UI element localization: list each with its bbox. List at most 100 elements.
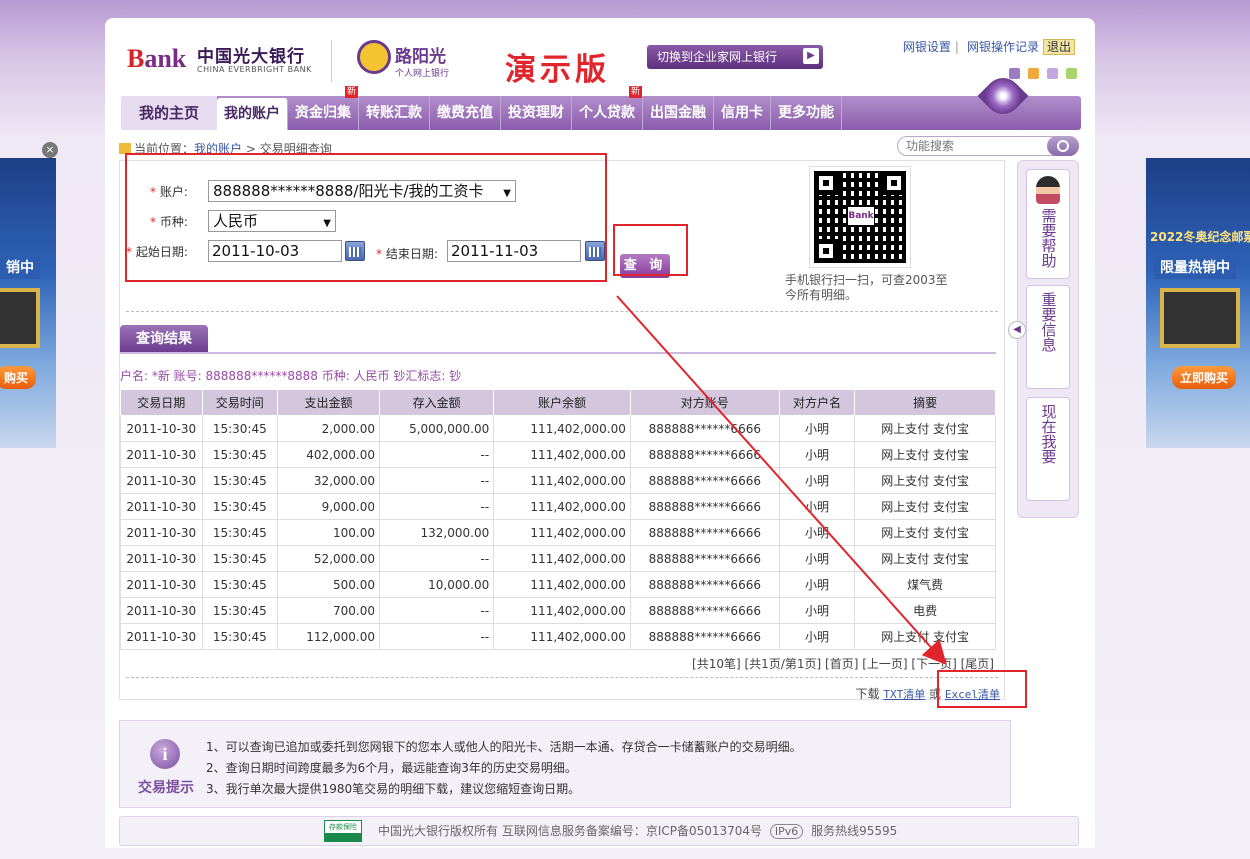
table-cell: 2,000.00 <box>277 415 380 442</box>
search-input[interactable] <box>906 137 1054 155</box>
right-side-ad[interactable]: 2022冬奥纪念邮票 限量热销中 立即购买 <box>1146 158 1250 448</box>
column-header[interactable]: 交易日期 <box>120 389 203 416</box>
table-cell: 15:30:45 <box>202 493 279 520</box>
table-cell: 15:30:45 <box>202 519 279 546</box>
tip-line: 3、我行单次最大提供1980笔交易的明细下载，建议您缩短查询日期。 <box>206 782 581 796</box>
table-cell: 888888******6666 <box>630 597 780 624</box>
column-header[interactable]: 存入金额 <box>378 389 495 416</box>
ad-subtitle: 限量热销中 <box>1154 255 1236 279</box>
column-header[interactable]: 对方账号 <box>629 389 780 416</box>
divider <box>126 677 998 678</box>
table-cell: 小明 <box>779 415 856 442</box>
important-info-button[interactable]: 重要信息 <box>1026 285 1070 389</box>
bank-name: 中国光大银行 <box>197 47 305 67</box>
logout-button[interactable]: 退出 <box>1042 39 1075 55</box>
table-cell: 2011-10-30 <box>120 441 203 468</box>
nav-tab-1[interactable]: 资金归集 新 <box>288 86 359 130</box>
help-button[interactable]: 需要帮助 <box>1026 169 1070 279</box>
column-header[interactable]: 支出金额 <box>277 389 380 416</box>
pager-last[interactable]: [尾页] <box>961 657 994 671</box>
column-header[interactable]: 账户余额 <box>493 389 631 416</box>
tab-query-result[interactable]: 查询结果 <box>120 325 208 353</box>
switch-enterprise-button[interactable]: 切换到企业家网上银行 ▶ <box>647 45 823 69</box>
theme-lilac[interactable] <box>1047 68 1058 79</box>
table-cell: 402,000.00 <box>277 441 380 468</box>
table-cell: 15:30:45 <box>202 415 279 442</box>
nav-tab-6[interactable]: 出国金融 <box>643 96 714 130</box>
ad-buy-button[interactable]: 立即购买 <box>1172 366 1237 389</box>
table-cell: 888888******6666 <box>630 493 780 520</box>
switch-label: 切换到企业家网上银行 <box>657 50 778 64</box>
table-cell: 52,000.00 <box>277 545 380 572</box>
theme-orange[interactable] <box>1028 68 1039 79</box>
table-cell: 小明 <box>779 441 856 468</box>
table-cell: 111,402,000.00 <box>493 415 631 442</box>
ad-subtitle: 销中 <box>0 255 40 279</box>
table-cell: 网上支付 支付宝 <box>854 467 996 494</box>
nav-tab-0[interactable]: 我的账户 <box>217 98 288 130</box>
nav-tab-8[interactable]: 更多功能 <box>771 96 842 130</box>
nav-tab-label: 我的账户 <box>224 106 280 122</box>
theme-purple[interactable] <box>1009 68 1020 79</box>
nav-tab-label: 转账汇款 <box>366 105 422 121</box>
table-cell: 111,402,000.00 <box>493 545 631 572</box>
table-cell: 32,000.00 <box>277 467 380 494</box>
settings-link[interactable]: 网银设置 <box>903 40 951 54</box>
table-cell: 网上支付 支付宝 <box>854 441 996 468</box>
table-cell: 111,402,000.00 <box>493 597 631 624</box>
table-cell: 小明 <box>779 597 856 624</box>
sunshine-brand: 路阳光 <box>395 47 446 67</box>
nav-tab-4[interactable]: 投资理财 <box>501 96 572 130</box>
nav-home[interactable]: 我的主页 <box>121 96 217 130</box>
deposit-insurance-logo: 存款保险 <box>324 820 362 842</box>
left-side-ad[interactable]: 销中 购买 <box>0 158 56 448</box>
tips-label: 交易提示 <box>138 780 194 796</box>
table-cell: 网上支付 支付宝 <box>854 623 996 650</box>
table-row: 2011-10-30 15:30:45 500.00 10,000.00 111,402… <box>120 571 996 598</box>
table-cell: 888888******6666 <box>630 623 780 650</box>
table-cell: -- <box>379 441 495 468</box>
right-side-panel: ◀ 需要帮助 重要信息 现在我要 <box>1008 160 1079 518</box>
qr-corner <box>814 239 838 263</box>
table-cell: 2011-10-30 <box>120 415 203 442</box>
bank-name-en: CHINA EVERBRIGHT BANK <box>197 65 312 74</box>
transaction-tips: i 交易提示 1、可以查询已追加或委托到您网银下的您本人或他人的阳光卡、活期一本… <box>119 720 1011 808</box>
pager-prev[interactable]: [上一页] <box>862 657 907 671</box>
table-cell: -- <box>379 545 495 572</box>
table-cell: 小明 <box>779 519 856 546</box>
column-header[interactable]: 摘要 <box>854 389 996 416</box>
pager-next[interactable]: [下一页] <box>911 657 956 671</box>
nav-tab-7[interactable]: 信用卡 <box>714 96 771 130</box>
table-row: 2011-10-30 15:30:45 52,000.00 -- 111,402,000… <box>120 545 996 572</box>
nav-tab-3[interactable]: 缴费充值 <box>430 96 501 130</box>
info-label: 重要信息 <box>1039 292 1058 352</box>
now-i-want-button[interactable]: 现在我要 <box>1026 397 1070 501</box>
column-header[interactable]: 交易时间 <box>201 389 279 416</box>
collapse-arrow-icon[interactable]: ◀ <box>1008 321 1026 339</box>
nav-tab-2[interactable]: 转账汇款 <box>359 96 430 130</box>
table-cell: 15:30:45 <box>202 467 279 494</box>
table-cell: 888888******6666 <box>630 441 780 468</box>
ad-buy-button[interactable]: 购买 <box>0 366 37 389</box>
pager-first[interactable]: [首页] <box>825 657 858 671</box>
table-cell: 2011-10-30 <box>120 467 203 494</box>
play-arrow-icon: ▶ <box>803 48 819 64</box>
table-cell: 111,402,000.00 <box>493 571 631 598</box>
theme-green[interactable] <box>1066 68 1077 79</box>
table-cell: 网上支付 支付宝 <box>854 493 996 520</box>
table-row: 2011-10-30 15:30:45 9,000.00 -- 111,402,000.… <box>120 493 996 520</box>
table-cell: -- <box>379 467 495 494</box>
records-link[interactable]: 网银操作记录 <box>967 40 1039 54</box>
pager-total: [共10笔] <box>692 657 741 671</box>
column-header[interactable]: 对方户名 <box>778 389 856 416</box>
txt-download-link[interactable]: TXT清单 <box>883 688 925 701</box>
table-cell: 888888******6666 <box>630 467 780 494</box>
new-badge: 新 <box>344 86 358 98</box>
table-cell: 15:30:45 <box>202 545 279 572</box>
annotation-box-excel <box>937 670 1027 708</box>
nav-tab-5[interactable]: 个人贷款 新 <box>572 86 643 130</box>
table-cell: 15:30:45 <box>202 571 279 598</box>
close-icon[interactable]: × <box>42 142 58 158</box>
nav-tab-label: 更多功能 <box>778 105 834 121</box>
search-icon[interactable] <box>1047 136 1079 156</box>
